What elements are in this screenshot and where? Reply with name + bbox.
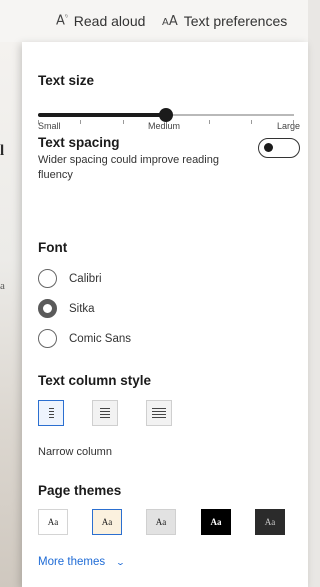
read-aloud-button[interactable]: Aᵑ Read aloud — [56, 0, 145, 42]
background-text: l — [0, 143, 5, 159]
font-option-label: Calibri — [69, 272, 102, 285]
text-preferences-icon: AA — [162, 13, 178, 29]
theme-light-button[interactable]: Aa — [38, 509, 68, 535]
theme-gray-button[interactable]: Aa — [146, 509, 176, 535]
more-themes-link[interactable]: More themes ⌄ — [38, 556, 126, 568]
text-size-large-label: Large — [276, 121, 300, 131]
reader-toolbar: Aᵑ Read aloud AA Text preferences — [0, 0, 308, 42]
wide-column-icon — [152, 407, 166, 419]
slider-tick — [251, 120, 252, 124]
text-preferences-panel: Text size Small Medium Large Text spacin… — [22, 42, 308, 587]
slider-tick — [80, 120, 81, 124]
background-page: l a — [0, 40, 22, 587]
font-option-comic-sans[interactable]: Comic Sans — [38, 329, 131, 348]
slider-thumb[interactable] — [159, 108, 173, 122]
theme-dark-button[interactable]: Aa — [255, 509, 285, 535]
column-style-caption: Narrow column — [38, 446, 112, 458]
page-themes-heading: Page themes — [38, 483, 122, 498]
font-heading: Font — [38, 240, 68, 255]
medium-column-icon — [100, 407, 110, 419]
radio-button[interactable] — [38, 329, 57, 348]
text-size-medium-label: Medium — [148, 121, 181, 131]
medium-column-button[interactable] — [92, 400, 118, 426]
font-option-label: Sitka — [69, 302, 95, 315]
read-aloud-icon: Aᵑ — [56, 13, 68, 29]
wide-column-button[interactable] — [146, 400, 172, 426]
radio-button-checked[interactable] — [38, 299, 57, 318]
text-preferences-label: Text preferences — [183, 13, 288, 29]
text-spacing-toggle[interactable] — [258, 138, 300, 158]
theme-black-button[interactable]: Aa — [201, 509, 231, 535]
text-preferences-button[interactable]: AA Text preferences — [162, 0, 287, 42]
font-option-calibri[interactable]: Calibri — [38, 269, 102, 288]
narrow-column-icon — [48, 407, 54, 419]
theme-sepia-button[interactable]: Aa — [92, 509, 122, 535]
text-spacing-heading: Text spacing — [38, 135, 120, 150]
text-size-heading: Text size — [38, 73, 95, 88]
font-option-label: Comic Sans — [69, 332, 131, 345]
column-style-heading: Text column style — [38, 373, 152, 388]
radio-button[interactable] — [38, 269, 57, 288]
more-themes-label: More themes — [38, 556, 106, 568]
text-spacing-description: Wider spacing could improve reading flue… — [38, 154, 219, 181]
toggle-knob — [264, 143, 273, 152]
text-size-small-label: Small — [38, 121, 61, 131]
slider-fill — [38, 113, 166, 117]
slider-tick — [209, 120, 210, 124]
narrow-column-button[interactable] — [38, 400, 64, 426]
font-option-sitka[interactable]: Sitka — [38, 299, 95, 318]
read-aloud-label: Read aloud — [73, 13, 146, 29]
chevron-down-icon: ⌄ — [115, 557, 126, 567]
background-text: a — [0, 280, 5, 292]
slider-tick — [123, 120, 124, 124]
